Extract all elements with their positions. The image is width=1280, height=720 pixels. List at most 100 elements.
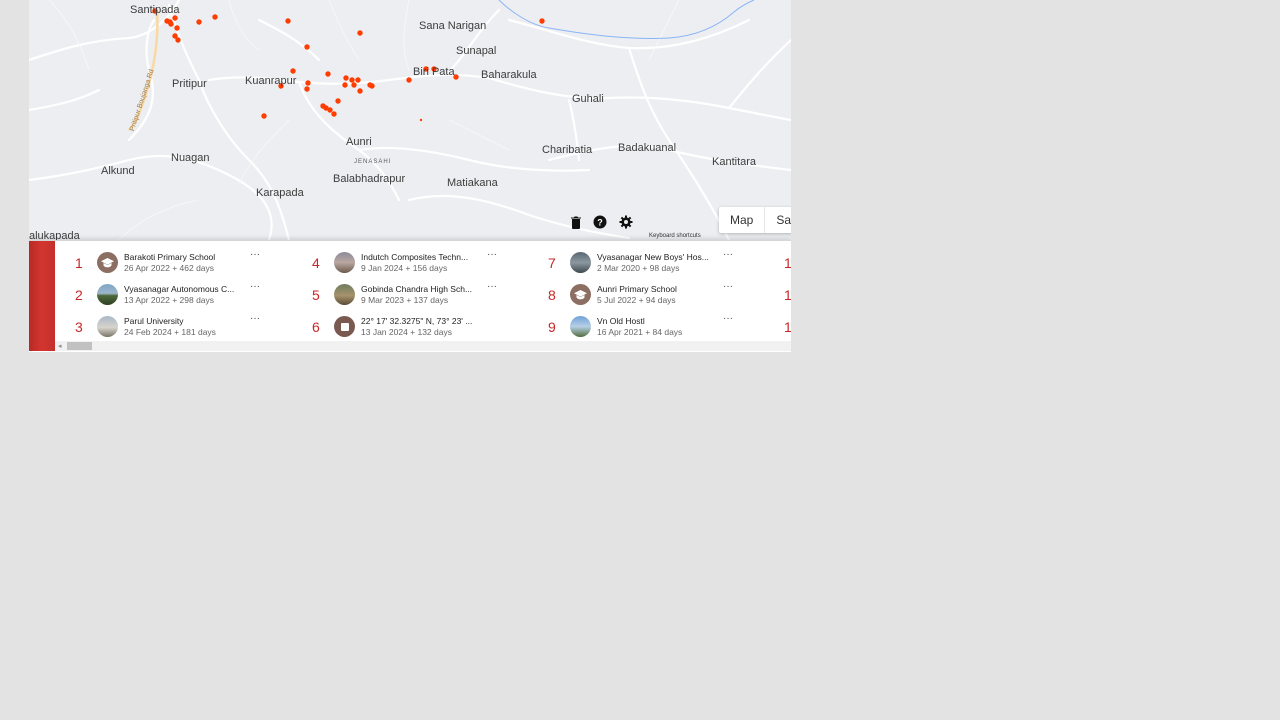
place-label: Kuanrapur <box>245 75 297 87</box>
location-marker[interactable] <box>285 18 291 24</box>
location-marker[interactable] <box>167 19 173 25</box>
place-photo-thumbnail <box>570 316 591 337</box>
school-icon <box>570 284 591 305</box>
location-marker[interactable] <box>174 25 180 31</box>
place-label: Charibatia <box>542 144 593 156</box>
place-photo-thumbnail <box>334 284 355 305</box>
location-marker[interactable] <box>304 44 310 50</box>
more-options-button[interactable]: ··· <box>250 313 260 324</box>
location-marker[interactable] <box>290 68 296 74</box>
square-icon <box>334 316 355 337</box>
item-subtitle: 9 Mar 2023 + 137 days <box>361 295 449 305</box>
item-number: 2 <box>75 287 83 303</box>
more-options-button[interactable]: ··· <box>723 249 733 260</box>
road-network <box>29 0 791 240</box>
item-subtitle: 24 Feb 2024 + 181 days <box>124 327 216 337</box>
place-label: Guhali <box>572 93 604 105</box>
item-number-peek: 1 <box>784 287 791 303</box>
item-title: Aunri Primary School <box>597 284 677 294</box>
place-label: Alkund <box>101 165 135 177</box>
location-marker[interactable] <box>325 71 331 77</box>
place-label: Balabhadrapur <box>333 173 406 185</box>
place-label: Santipada <box>130 4 180 16</box>
place-label: Baharakula <box>481 69 537 81</box>
location-marker[interactable] <box>351 82 357 88</box>
location-marker[interactable] <box>357 30 363 36</box>
list-item[interactable]: 8 Aunri Primary School 5 Jul 2022 + 94 d… <box>548 281 778 315</box>
location-marker[interactable] <box>335 98 341 104</box>
place-label: JENASAHI <box>354 159 392 165</box>
list-item[interactable]: 2 Vyasanagar Autonomous C... 13 Apr 2022… <box>75 281 305 315</box>
location-marker[interactable] <box>369 83 375 89</box>
list-item[interactable]: 4 Indutch Composites Techn... 9 Jan 2024… <box>312 249 542 283</box>
item-subtitle: 5 Jul 2022 + 94 days <box>597 295 676 305</box>
item-subtitle: 16 Apr 2021 + 84 days <box>597 327 683 337</box>
location-marker[interactable] <box>305 80 311 86</box>
location-marker[interactable] <box>349 77 355 83</box>
map-button[interactable]: Map <box>719 207 764 233</box>
list-item[interactable]: 7 Vyasanagar New Boys' Hos... 2 Mar 2020… <box>548 249 778 283</box>
school-icon <box>97 252 118 273</box>
item-number: 7 <box>548 255 556 271</box>
item-number: 5 <box>312 287 320 303</box>
place-label: Badakuanal <box>618 142 677 154</box>
item-number: 4 <box>312 255 320 271</box>
place-photo-thumbnail <box>570 252 591 273</box>
more-options-button[interactable]: ··· <box>723 281 733 292</box>
place-label: Sana Narigan <box>419 20 487 32</box>
item-title: Vyasanagar Autonomous C... <box>124 284 235 294</box>
location-marker[interactable] <box>172 15 178 21</box>
location-marker[interactable] <box>357 88 363 94</box>
place-label: Matiakana <box>447 177 498 189</box>
more-options-button[interactable]: ··· <box>487 249 497 260</box>
item-number: 1 <box>75 255 83 271</box>
results-column: 1 Barakoti Primary School 26 Apr 2022 + … <box>75 249 305 347</box>
scroll-left-arrow[interactable]: ◂ <box>58 342 62 350</box>
item-title: Vyasanagar New Boys' Hos... <box>597 252 709 262</box>
place-label: Nuagan <box>171 152 210 164</box>
more-options-button[interactable]: ··· <box>250 249 260 260</box>
satellite-button[interactable]: Sa <box>764 207 791 233</box>
location-marker[interactable] <box>343 75 349 81</box>
list-item[interactable]: 1 Barakoti Primary School 26 Apr 2022 + … <box>75 249 305 283</box>
app-window: Santipada Sana Narigan Sunapal Pritipur … <box>29 0 791 352</box>
place-label: Sunapal <box>456 45 497 57</box>
item-number: 8 <box>548 287 556 303</box>
location-marker[interactable] <box>196 19 202 25</box>
trash-icon[interactable] <box>567 213 585 231</box>
item-number-peek: 1 <box>784 255 791 271</box>
gear-icon[interactable] <box>617 213 635 231</box>
location-marker[interactable] <box>419 118 423 122</box>
results-panel: 1 Barakoti Primary School 26 Apr 2022 + … <box>29 240 791 352</box>
item-subtitle: 13 Jan 2024 + 132 days <box>361 327 452 337</box>
help-icon[interactable]: ? <box>591 213 609 231</box>
keyboard-shortcuts-link[interactable]: Keyboard shortcuts <box>649 233 701 239</box>
scrollbar-thumb[interactable] <box>67 342 92 350</box>
item-title: Parul University <box>124 316 184 326</box>
item-subtitle: 26 Apr 2022 + 462 days <box>124 263 215 273</box>
more-options-button[interactable]: ··· <box>487 281 497 292</box>
horizontal-scrollbar[interactable]: ◂ <box>55 341 791 351</box>
accent-stripe <box>29 241 55 351</box>
location-marker[interactable] <box>212 14 218 20</box>
location-marker[interactable] <box>406 77 412 83</box>
place-label: Aunri <box>346 136 372 148</box>
place-label: alukapada <box>29 230 80 240</box>
location-marker[interactable] <box>331 111 337 117</box>
item-number: 9 <box>548 319 556 335</box>
item-number: 3 <box>75 319 83 335</box>
location-marker[interactable] <box>539 18 545 24</box>
location-marker[interactable] <box>304 86 310 92</box>
map-view[interactable]: Santipada Sana Narigan Sunapal Pritipur … <box>29 0 791 240</box>
item-title: Barakoti Primary School <box>124 252 216 262</box>
more-options-button[interactable]: ··· <box>723 313 733 324</box>
item-title: Gobinda Chandra High Sch... <box>361 284 473 294</box>
more-options-button[interactable]: ··· <box>250 281 260 292</box>
location-marker[interactable] <box>355 77 361 83</box>
item-subtitle: 13 Apr 2022 + 298 days <box>124 295 215 305</box>
location-marker[interactable] <box>175 37 181 43</box>
list-item[interactable]: 5 Gobinda Chandra High Sch... 9 Mar 2023… <box>312 281 542 315</box>
location-marker[interactable] <box>327 107 333 113</box>
location-marker[interactable] <box>342 82 348 88</box>
location-marker[interactable] <box>261 113 267 119</box>
